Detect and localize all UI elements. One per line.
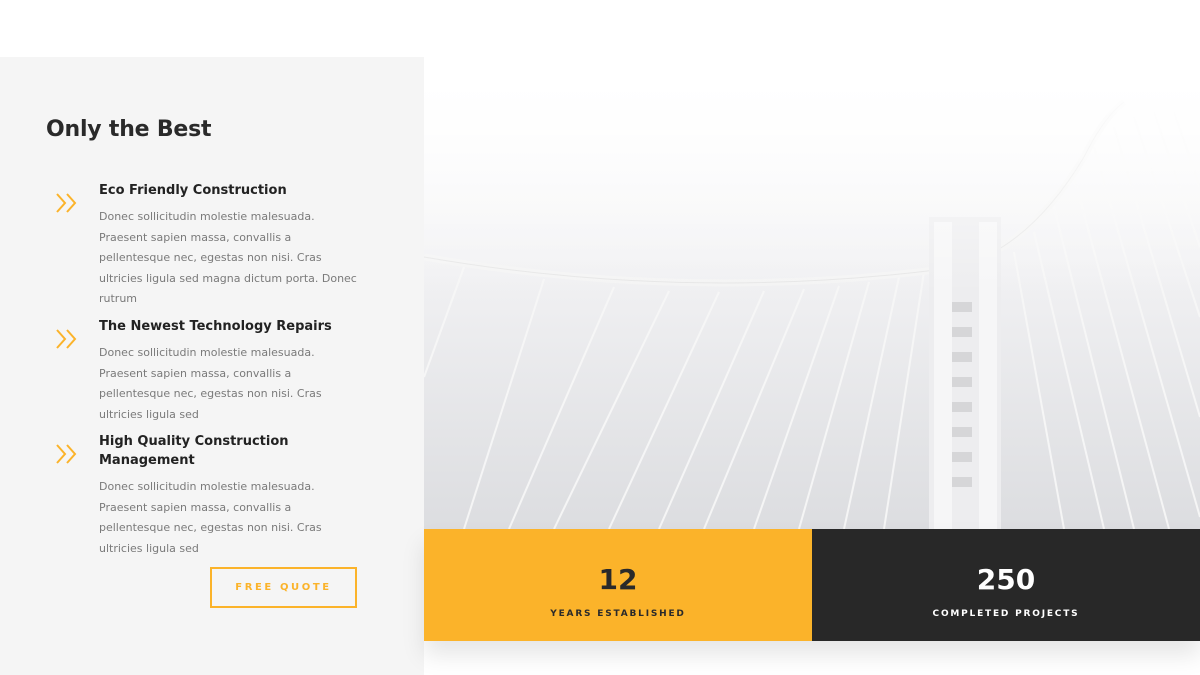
features-panel: Only the Best Eco Friendly Construction … xyxy=(0,57,424,675)
feature-description: Donec sollicitudin molestie malesuada. P… xyxy=(99,480,322,555)
bridge-hero-image xyxy=(424,57,1200,529)
feature-description: Donec sollicitudin molestie malesuada. P… xyxy=(99,210,357,305)
section-title: Only the Best xyxy=(46,117,212,142)
stat-value: 12 xyxy=(598,563,638,596)
double-chevron-right-icon xyxy=(56,329,77,349)
double-chevron-right-icon xyxy=(56,193,77,213)
stat-label: YEARS ESTABLISHED xyxy=(550,609,686,619)
stat-label: COMPLETED PROJECTS xyxy=(932,609,1080,619)
free-quote-button[interactable]: FREE QUOTE xyxy=(210,567,357,608)
feature-title: Eco Friendly Construction xyxy=(99,183,287,198)
stat-value: 250 xyxy=(976,563,1036,596)
stat-years-established: 12 YEARS ESTABLISHED xyxy=(424,529,812,641)
feature-title: High Quality Construction Management xyxy=(99,434,289,468)
feature-title: The Newest Technology Repairs xyxy=(99,319,332,334)
double-chevron-right-icon xyxy=(56,444,77,464)
feature-description: Donec sollicitudin molestie malesuada. P… xyxy=(99,346,322,421)
stats-bar: 12 YEARS ESTABLISHED 250 COMPLETED PROJE… xyxy=(424,529,1200,641)
stat-completed-projects: 250 COMPLETED PROJECTS xyxy=(812,529,1200,641)
